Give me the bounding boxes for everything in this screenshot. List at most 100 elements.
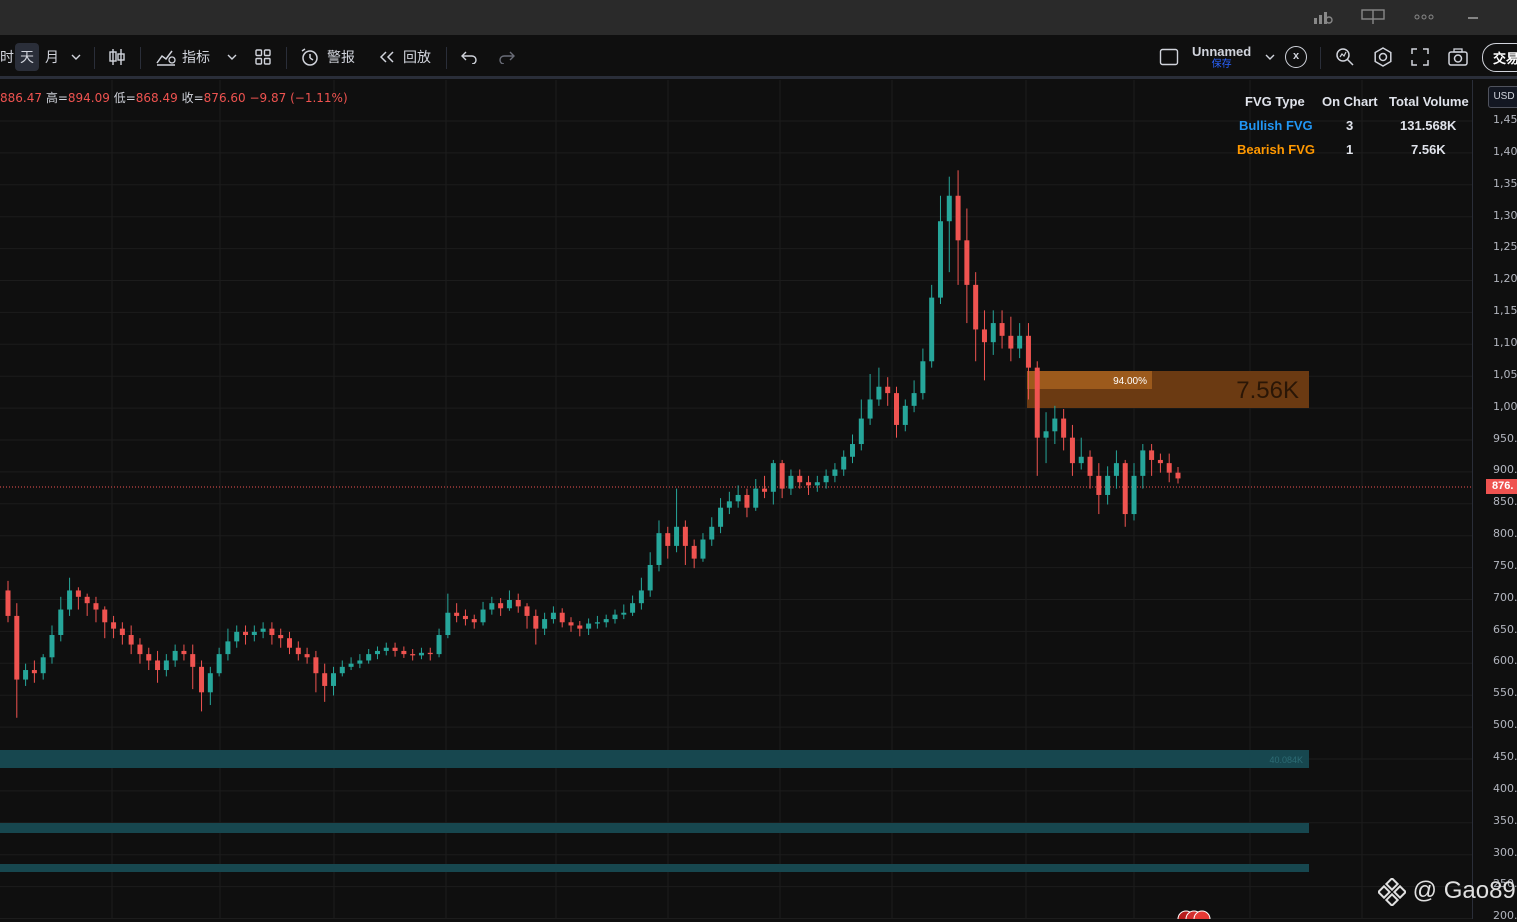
candle-body bbox=[84, 596, 90, 604]
candle-body bbox=[665, 533, 671, 546]
fullscreen-icon bbox=[1411, 48, 1429, 66]
table-header: FVG Type bbox=[1245, 94, 1305, 109]
candle-body bbox=[797, 475, 803, 483]
layout-saved-status: 保存 bbox=[1211, 58, 1232, 70]
table-header: Total Volume bbox=[1389, 94, 1469, 109]
trade-label: 交易 bbox=[1482, 42, 1517, 72]
candle-body bbox=[374, 650, 380, 655]
search-icon bbox=[1336, 48, 1354, 66]
layout-dropdown[interactable] bbox=[1264, 35, 1276, 79]
candle-body bbox=[621, 612, 627, 615]
top-toolbar: 时 天 月 指标 警报 回放 Unnamed 保存 x 交易 bbox=[0, 35, 1517, 79]
table-cell-on-chart: 3 bbox=[1346, 118, 1354, 133]
more-icon[interactable] bbox=[1413, 9, 1435, 28]
candle-body bbox=[392, 647, 398, 651]
candle-body bbox=[682, 526, 688, 546]
redo-icon bbox=[499, 51, 515, 64]
timeframe-month-label: 月 bbox=[45, 49, 59, 65]
chart-type-button[interactable] bbox=[107, 35, 127, 79]
candle-body bbox=[1052, 418, 1058, 432]
candle-body bbox=[1043, 431, 1049, 438]
candle-body bbox=[190, 654, 196, 667]
candle-body bbox=[454, 612, 460, 616]
chevron-down-icon bbox=[227, 54, 237, 60]
price-axis-label: 950. bbox=[1493, 431, 1517, 445]
candle-body bbox=[137, 644, 143, 655]
quick-search-button[interactable] bbox=[1334, 35, 1356, 79]
screenshot-button[interactable] bbox=[1447, 35, 1469, 79]
price-axis-label: 600. bbox=[1493, 654, 1517, 668]
window-title-bar bbox=[0, 0, 1517, 35]
indicators-dropdown[interactable] bbox=[226, 35, 238, 79]
candle-body bbox=[630, 603, 636, 613]
candle-body bbox=[586, 623, 592, 629]
redo-button[interactable] bbox=[498, 35, 516, 79]
settings-button[interactable] bbox=[1372, 35, 1394, 79]
replay-button[interactable]: 回放 bbox=[377, 35, 431, 79]
trade-button[interactable]: 交易 bbox=[1482, 35, 1517, 79]
candle-body bbox=[225, 641, 231, 655]
candle-body bbox=[1078, 456, 1084, 464]
price-axis-label: 1,40 bbox=[1493, 144, 1517, 158]
layout-select-checkbox[interactable] bbox=[1159, 35, 1179, 79]
price-axis[interactable]: 1,45 1,40 1,35 1,30 1,25 1,20 1,15 1,10 1,05 1,00… bbox=[1472, 80, 1517, 922]
camera-icon bbox=[1448, 48, 1468, 66]
low-label: 低= bbox=[113, 91, 136, 105]
layout-icon[interactable] bbox=[1361, 9, 1385, 28]
candle-body bbox=[1149, 450, 1155, 460]
candle-body bbox=[251, 631, 257, 636]
minimize-icon[interactable] bbox=[1466, 9, 1480, 28]
candle-body bbox=[1008, 335, 1014, 349]
templates-button[interactable] bbox=[254, 35, 272, 79]
fullscreen-button[interactable] bbox=[1410, 35, 1430, 79]
table-header: On Chart bbox=[1322, 94, 1378, 109]
candle-body bbox=[67, 590, 73, 610]
candle-body bbox=[946, 195, 952, 222]
candle-body bbox=[823, 475, 829, 483]
chevron-down-icon bbox=[71, 54, 81, 60]
price-axis-label: 500. bbox=[1493, 718, 1517, 732]
close-layout-button[interactable]: x bbox=[1285, 35, 1307, 79]
candle-body bbox=[964, 240, 970, 285]
watermark: @ Gao89 bbox=[1376, 876, 1516, 907]
candle-body bbox=[542, 619, 548, 629]
candle-body bbox=[718, 507, 724, 527]
timeframe-month[interactable]: 月 bbox=[45, 35, 59, 79]
candle-body bbox=[436, 635, 442, 655]
candle-body bbox=[735, 494, 741, 502]
candle-body bbox=[1096, 475, 1102, 495]
candle-body bbox=[937, 221, 943, 298]
candle-body bbox=[1087, 456, 1093, 476]
indicators-icon bbox=[156, 50, 176, 66]
layout-name-button[interactable]: Unnamed 保存 bbox=[1192, 35, 1251, 79]
candle-body bbox=[920, 361, 926, 394]
close-icon: x bbox=[1285, 46, 1307, 68]
currency-button[interactable]: USD bbox=[1488, 86, 1517, 108]
candle-body bbox=[489, 603, 495, 610]
timeframe-day[interactable]: 天 bbox=[15, 35, 39, 79]
indicators-button[interactable]: 指标 bbox=[155, 35, 210, 79]
price-axis-label: 1,35 bbox=[1493, 176, 1517, 190]
bullish-fvg-zones: 40.084K bbox=[0, 750, 1309, 872]
alert-button[interactable]: 警报 bbox=[299, 35, 355, 79]
price-axis-label: 400. bbox=[1493, 781, 1517, 795]
replay-label: 回放 bbox=[403, 49, 431, 65]
timeframe-dropdown[interactable] bbox=[70, 35, 82, 79]
chart-icon[interactable] bbox=[1312, 9, 1334, 28]
candle-body bbox=[93, 603, 99, 610]
rewind-icon bbox=[379, 51, 394, 63]
price-chart[interactable]: 40.084K 94.00% 7.56K bbox=[0, 80, 1472, 919]
price-axis-label: 200. bbox=[1493, 909, 1517, 922]
square-icon bbox=[1159, 48, 1179, 66]
high-value: 894.09 bbox=[67, 91, 110, 105]
undo-button[interactable] bbox=[460, 35, 478, 79]
price-axis-label: 450. bbox=[1493, 750, 1517, 763]
candle-body bbox=[656, 533, 662, 565]
binance-logo-icon bbox=[1376, 876, 1408, 907]
candle-body bbox=[410, 654, 416, 656]
candle-body bbox=[691, 545, 697, 559]
alarm-clock-icon bbox=[301, 48, 318, 66]
layout-name: Unnamed bbox=[1192, 43, 1252, 59]
timeframe-hour[interactable]: 时 bbox=[0, 35, 14, 79]
price-axis-label: 900. bbox=[1493, 463, 1517, 477]
